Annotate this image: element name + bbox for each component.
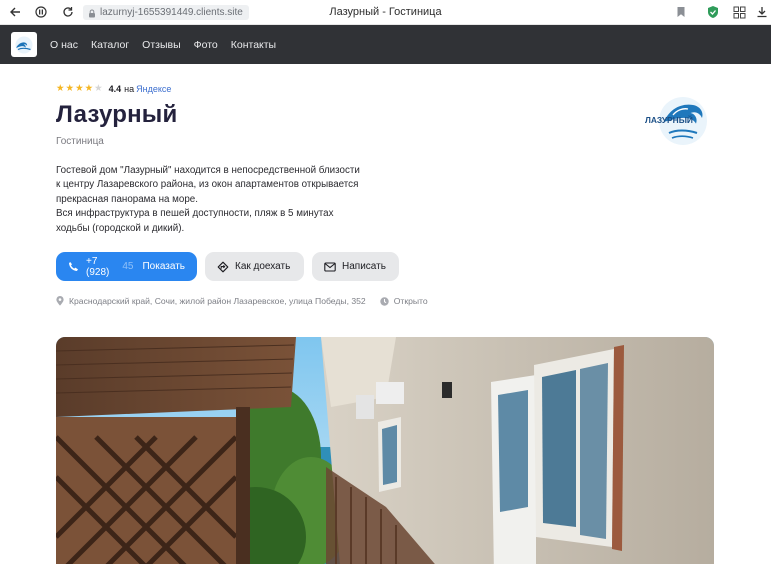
shield-icon[interactable] [705,4,721,20]
rating[interactable]: ★ ★ ★ ★ ★ 4.4 на Яндексе [56,84,171,95]
site-navbar: О нас Каталог Отзывы Фото Контакты [0,25,771,64]
brand-logo: ЛАЗУРНЫЙ [643,95,709,147]
star-filled-icon: ★ [84,83,94,94]
rating-value: 4.4 [108,84,122,94]
rating-on-text: на [124,84,135,94]
description-paragraph: Гостевой дом "Лазурный" находится в непо… [56,165,360,205]
nav-menu: О нас Каталог Отзывы Фото Контакты [50,25,276,64]
phone-number-hidden: 45 [122,261,134,272]
extensions-icon[interactable] [731,4,747,20]
nav-item-photos[interactable]: Фото [194,39,218,51]
nav-item-catalog[interactable]: Каталог [91,39,129,51]
download-icon[interactable] [754,4,770,20]
description-paragraph: Вся инфраструктура в пешей доступности, … [56,208,334,234]
brand-logo-text: ЛАЗУРНЫЙ [645,114,693,125]
write-label: Написать [342,261,386,272]
hotel-photo-image [56,337,714,564]
phone-number: +7 (928) [86,255,110,278]
hotel-photo[interactable] [56,337,714,564]
route-button[interactable]: Как доехать [205,252,304,281]
page-title: Лазурный [56,101,178,128]
hotel-category: Гостиница [56,136,104,147]
star-empty-icon: ★ [94,83,103,94]
star-filled-icon: ★ [75,83,84,94]
nav-logo[interactable] [11,32,37,57]
tab-title: Лазурный - Гостиница [329,6,442,18]
call-button[interactable]: +7 (928) 45 Показать [56,252,197,281]
route-label: Как доехать [235,261,291,272]
nav-item-contacts[interactable]: Контакты [231,39,276,51]
clock-icon [380,296,389,306]
star-filled-icon: ★ [56,83,65,94]
route-icon [217,261,229,272]
browser-toolbar: lazurnyj-1655391449.clients.site Лазурны… [0,0,771,25]
rating-stars: ★ ★ ★ ★ ★ [56,84,103,94]
hotel-description: Гостевой дом "Лазурный" находится в непо… [56,164,366,236]
nav-item-reviews[interactable]: Отзывы [142,39,180,51]
opening-status[interactable]: Открыто [394,296,428,306]
nav-item-about[interactable]: О нас [50,39,78,51]
location-pin-icon [56,296,64,306]
phone-icon [69,262,78,271]
address-line: Краснодарский край, Сочи, жилой район Ла… [56,296,428,306]
address-text[interactable]: Краснодарский край, Сочи, жилой район Ла… [69,296,366,306]
mail-icon [324,261,336,272]
show-phone-label: Показать [142,261,185,272]
rating-source-link[interactable]: Яндексе [136,84,171,94]
star-filled-icon: ★ [65,83,75,94]
bookmark-icon[interactable] [673,4,689,20]
write-button[interactable]: Написать [312,252,399,281]
